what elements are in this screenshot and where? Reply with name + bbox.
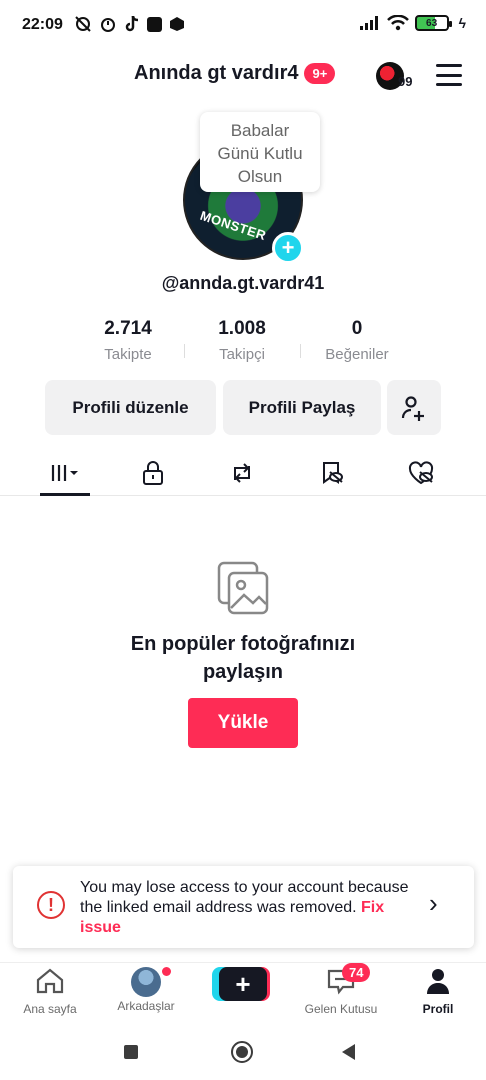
- stat-value: 0: [351, 318, 363, 339]
- account-switcher[interactable]: Anında gt vardır4 9+: [134, 62, 336, 85]
- status-icons-left: [74, 15, 185, 33]
- bottom-navigation: Ana sayfa Arkadaşlar + Gelen Kutusu 74 P…: [0, 962, 486, 1024]
- create-button[interactable]: +: [212, 967, 270, 1001]
- avatar-caption: MONSTER: [198, 207, 269, 244]
- nav-label: Profil: [422, 1002, 454, 1016]
- email-warning-banner[interactable]: ! You may lose access to your account be…: [13, 866, 474, 948]
- note-line: Günü Kutlu: [217, 144, 303, 163]
- stat-divider: [300, 344, 301, 358]
- add-friends-button[interactable]: [387, 380, 441, 435]
- stat-divider: [184, 344, 185, 358]
- chevron-right-icon[interactable]: ›: [429, 888, 438, 919]
- tab-private[interactable]: [133, 458, 173, 488]
- nav-inbox[interactable]: Gelen Kutusu: [298, 967, 384, 1016]
- add-user-icon: [401, 395, 424, 421]
- share-profile-button[interactable]: Profili Paylaş: [223, 380, 381, 435]
- tab-liked[interactable]: [401, 458, 441, 488]
- repost-icon: [234, 463, 250, 483]
- system-navigation: [0, 1024, 486, 1080]
- wifi-icon: [386, 15, 409, 31]
- creator-count: 99: [398, 74, 413, 89]
- tab-saved[interactable]: [312, 458, 352, 488]
- tiktok-icon: [125, 15, 139, 32]
- battery-icon: 63: [414, 15, 452, 31]
- friends-avatar: [131, 967, 161, 997]
- battery-level: 63: [426, 17, 438, 29]
- menu-icon[interactable]: [436, 64, 462, 86]
- stat-likes[interactable]: 0 Beğeniler: [302, 318, 412, 363]
- note-bubble[interactable]: Babalar Günü Kutlu Olsun: [200, 112, 320, 192]
- profile-stats: 2.714 Takipte 1.008 Takipçi 0 Beğeniler: [0, 318, 486, 368]
- empty-state-title: En popüler fotoğrafınızı paylaşın: [0, 630, 486, 686]
- nav-home[interactable]: Ana sayfa: [18, 967, 82, 1016]
- add-photo-icon[interactable]: +: [272, 232, 304, 264]
- warning-message: You may lose access to your account beca…: [80, 879, 409, 916]
- content-tabs: [0, 450, 486, 496]
- warning-icon: !: [37, 891, 65, 919]
- note-line: Olsun: [237, 167, 283, 186]
- username: @annda.gt.vardr41: [161, 273, 325, 293]
- back-icon[interactable]: [342, 1044, 355, 1060]
- empty-title-line: En popüler fotoğrafınızı: [130, 633, 356, 655]
- empty-title-line: paylaşın: [202, 661, 284, 683]
- stat-label: Takipçi: [219, 346, 265, 363]
- notification-badge: 9+: [304, 63, 336, 84]
- home-button-icon[interactable]: [231, 1041, 253, 1063]
- status-time: 22:09: [22, 16, 63, 33]
- active-tab-indicator: [40, 493, 90, 496]
- signal-icon: [359, 16, 378, 30]
- alarm-off-icon: [75, 16, 91, 32]
- photos-icon: [216, 560, 270, 621]
- stat-following[interactable]: 2.714 Takipte: [73, 318, 183, 363]
- status-bar: 22:09 63 ϟ: [0, 0, 486, 52]
- stat-value: 2.714: [104, 318, 152, 339]
- nav-friends[interactable]: Arkadaşlar: [108, 967, 184, 1013]
- nav-label: Ana sayfa: [23, 1002, 77, 1016]
- charging-icon: ϟ: [458, 15, 466, 31]
- stat-label: Takipte: [104, 346, 152, 363]
- grid-icon: [51, 465, 78, 481]
- friends-notification-dot: [162, 967, 171, 976]
- alarm-icon: [101, 18, 115, 32]
- status-icons-right: 63 ϟ: [359, 15, 466, 31]
- nav-label: Gelen Kutusu: [304, 1002, 378, 1016]
- nav-profile[interactable]: Profil: [412, 967, 464, 1016]
- warning-text: You may lose access to your account beca…: [80, 878, 410, 938]
- stat-followers[interactable]: 1.008 Takipçi: [187, 318, 297, 363]
- home-icon: [36, 968, 64, 994]
- recents-icon[interactable]: [124, 1045, 138, 1059]
- stat-value: 1.008: [218, 318, 266, 339]
- stat-label: Beğeniler: [325, 346, 389, 363]
- profile-header: Anında gt vardır4 9+ 99: [0, 52, 486, 100]
- saved-icon: [323, 462, 343, 484]
- tab-reposts[interactable]: [222, 458, 262, 488]
- upload-button[interactable]: Yükle: [188, 698, 298, 748]
- liked-icon: [408, 461, 434, 485]
- note-line: Babalar: [230, 121, 290, 140]
- inbox-badge: 74: [342, 963, 371, 982]
- nav-label: Arkadaşlar: [117, 999, 175, 1013]
- tab-videos[interactable]: [43, 458, 83, 488]
- cube-icon: [170, 17, 184, 31]
- profile-icon: [427, 969, 449, 994]
- lock-icon: [143, 461, 163, 485]
- page-title: Anında gt vardır4: [134, 62, 299, 84]
- edit-profile-button[interactable]: Profili düzenle: [45, 380, 216, 435]
- plus-icon: +: [219, 967, 267, 1001]
- app-square-icon: [147, 16, 162, 32]
